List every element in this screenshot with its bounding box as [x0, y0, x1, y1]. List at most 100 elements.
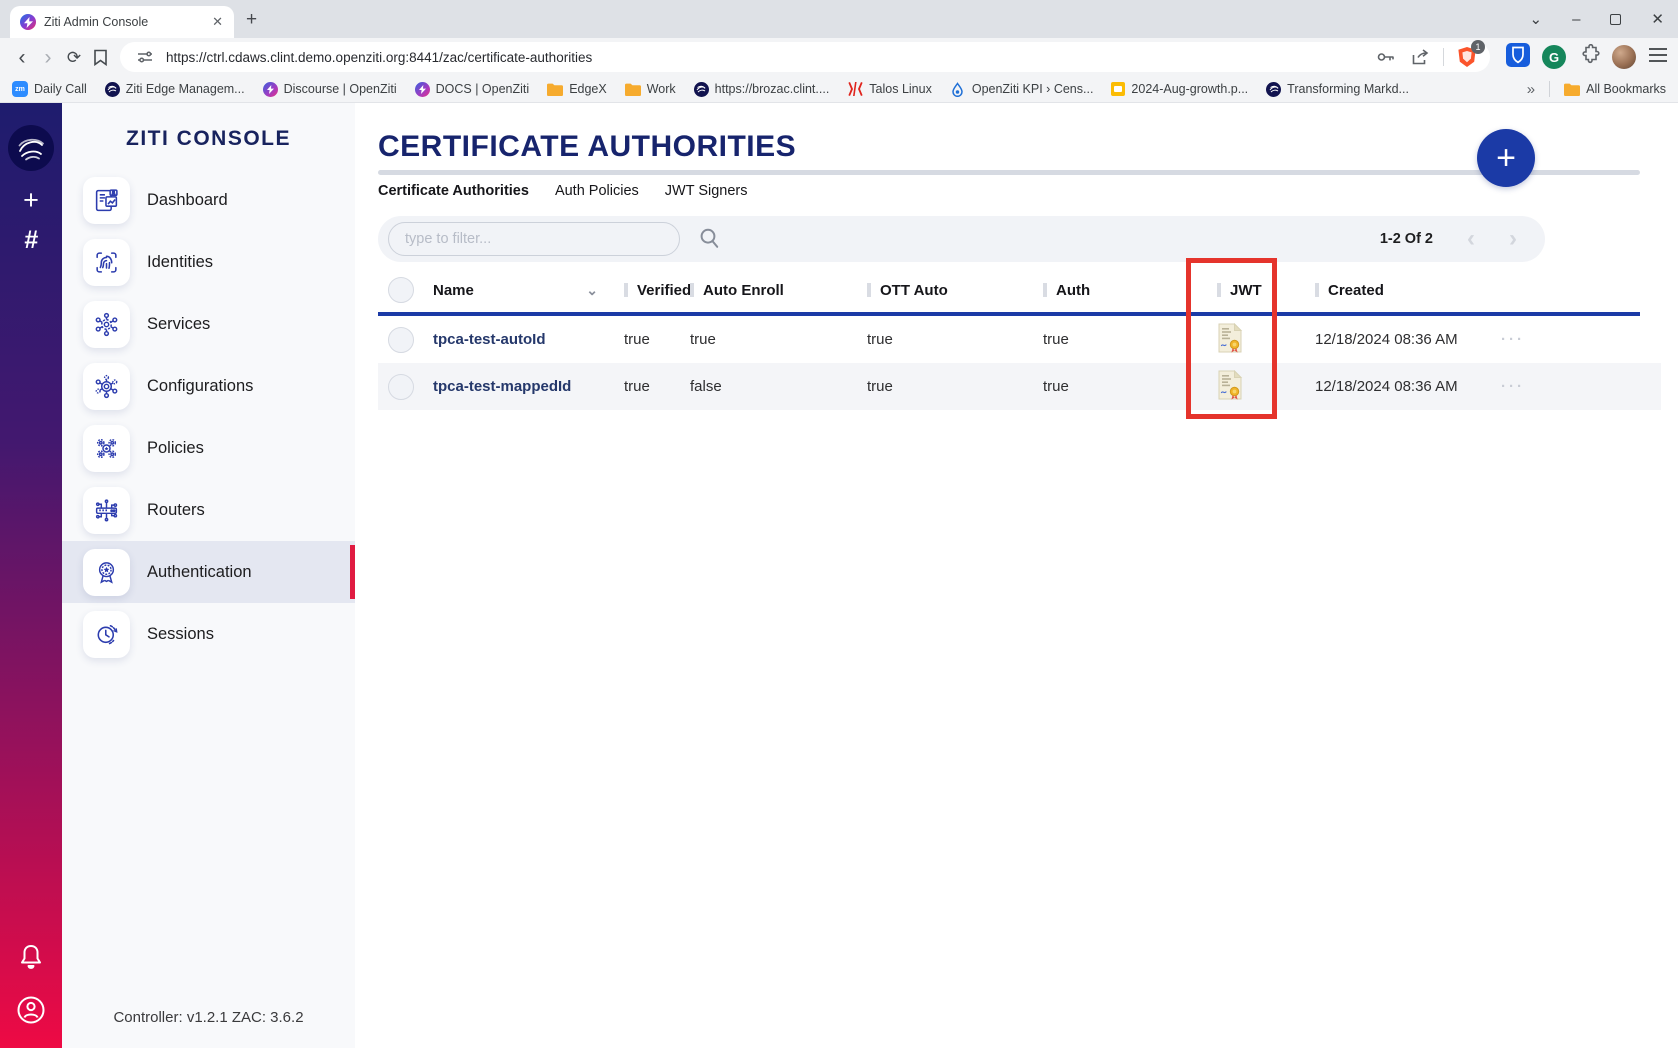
bookmark-brozac[interactable]: https://brozac.clint....: [694, 82, 830, 97]
sidebar-item-authentication[interactable]: Authentication: [62, 541, 355, 603]
all-bookmarks-button[interactable]: All Bookmarks: [1564, 81, 1666, 97]
bookmark-growth-doc[interactable]: 2024-Aug-growth.p...: [1111, 82, 1248, 96]
identities-fingerprint-icon: [83, 239, 130, 286]
pagination: 1-2 Of 2 ‹ ›: [1380, 227, 1517, 251]
divider: [1549, 81, 1550, 97]
created-value: 12/18/2024 08:36 AM: [1305, 378, 1495, 395]
jwt-certificate-icon[interactable]: [1207, 323, 1305, 357]
url-text[interactable]: https://ctrl.cdaws.clint.demo.openziti.o…: [166, 50, 1365, 65]
filter-input[interactable]: [388, 222, 680, 256]
profile-avatar[interactable]: [1612, 45, 1636, 69]
bookmark-talos-linux[interactable]: Talos Linux: [847, 81, 932, 97]
back-icon[interactable]: ‹: [10, 43, 34, 71]
sidebar-item-label: Dashboard: [147, 191, 228, 210]
tab-search-chevron-icon[interactable]: ⌄: [1530, 12, 1543, 27]
table-row[interactable]: tpca-test-mappedId true false true true: [378, 363, 1661, 410]
bitwarden-extension-icon[interactable]: [1506, 43, 1530, 72]
column-separator: [690, 283, 694, 297]
site-info-icon[interactable]: [132, 44, 158, 70]
routers-icon: [83, 487, 130, 534]
brave-shield-icon[interactable]: 1: [1454, 44, 1480, 70]
tab-close-icon[interactable]: ✕: [209, 14, 226, 30]
ott-auto-value: true: [857, 331, 1033, 348]
jwt-certificate-icon[interactable]: [1207, 370, 1305, 404]
account-icon[interactable]: [16, 995, 46, 1030]
rail-hash-icon[interactable]: #: [24, 228, 38, 253]
column-auth[interactable]: Auth: [1033, 282, 1207, 299]
ziti-favicon-icon: [20, 14, 36, 30]
sidebar-item-configurations[interactable]: Configurations: [62, 355, 355, 417]
extensions-puzzle-icon[interactable]: [1578, 44, 1600, 71]
browser-tab[interactable]: Ziti Admin Console ✕: [10, 6, 234, 38]
row-actions-menu-icon[interactable]: ···: [1495, 331, 1661, 348]
share-icon[interactable]: [1407, 44, 1433, 70]
column-ott-auto[interactable]: OTT Auto: [857, 282, 1033, 299]
add-certificate-authority-button[interactable]: +: [1477, 129, 1535, 187]
bookmark-discourse-openziti[interactable]: Discourse | OpenZiti: [263, 82, 397, 97]
close-window-icon[interactable]: ✕: [1651, 12, 1664, 27]
column-name[interactable]: Name ⌄: [424, 282, 614, 299]
row-actions-menu-icon[interactable]: ···: [1495, 378, 1661, 395]
ziti-logo-icon[interactable]: [8, 125, 54, 171]
bookmark-work[interactable]: Work: [625, 81, 676, 97]
zoom-icon: zm: [12, 81, 28, 97]
browser-menu-icon[interactable]: [1648, 47, 1668, 68]
pagination-next-icon[interactable]: ›: [1509, 227, 1517, 251]
sidebar-item-identities[interactable]: Identities: [62, 231, 355, 293]
tab-auth-policies[interactable]: Auth Policies: [555, 183, 639, 199]
reload-icon[interactable]: ⟳: [62, 43, 86, 71]
sort-chevron-icon[interactable]: ⌄: [586, 282, 598, 299]
ziti-globe-icon: [105, 82, 120, 97]
column-auto-enroll[interactable]: Auto Enroll: [680, 282, 857, 299]
password-key-icon[interactable]: [1373, 44, 1399, 70]
divider: [1443, 48, 1444, 66]
policies-gears-icon: [83, 425, 130, 472]
address-bar[interactable]: https://ctrl.cdaws.clint.demo.openziti.o…: [120, 42, 1490, 72]
column-separator: [867, 283, 871, 297]
bookmark-openziti-kpi[interactable]: OpenZiti KPI › Cens...: [950, 81, 1094, 97]
pagination-prev-icon[interactable]: ‹: [1467, 227, 1475, 251]
sidebar-item-sessions[interactable]: Sessions: [62, 603, 355, 665]
sidebar-item-dashboard[interactable]: Dashboard: [62, 169, 355, 231]
sidebar-item-policies[interactable]: Policies: [62, 417, 355, 479]
select-all-checkbox[interactable]: [378, 277, 424, 303]
new-tab-button[interactable]: +: [246, 10, 257, 29]
grammarly-extension-icon[interactable]: G: [1542, 45, 1566, 69]
folder-icon: [625, 81, 641, 97]
ca-name[interactable]: tpca-test-autoId: [424, 331, 614, 348]
bookmark-ziti-edge[interactable]: Ziti Edge Managem...: [105, 82, 245, 97]
sidebar-menu: Dashboard Identities: [62, 169, 355, 665]
auth-value: true: [1033, 331, 1207, 348]
tab-certificate-authorities[interactable]: Certificate Authorities: [378, 183, 529, 199]
bookmarks-overflow-icon[interactable]: »: [1527, 81, 1535, 98]
column-separator: [1217, 283, 1221, 297]
browser-window: Ziti Admin Console ✕ + ⌄ – ✕ ‹ › ⟳ https…: [0, 0, 1678, 1048]
row-checkbox[interactable]: [378, 374, 424, 400]
bookmark-docs-openziti[interactable]: DOCS | OpenZiti: [415, 82, 530, 97]
table-row[interactable]: tpca-test-autoId true true true true: [378, 316, 1661, 363]
ca-name[interactable]: tpca-test-mappedId: [424, 378, 614, 395]
bookmark-transforming-markd[interactable]: Transforming Markd...: [1266, 82, 1409, 97]
forward-icon[interactable]: ›: [36, 43, 60, 71]
auth-value: true: [1033, 378, 1207, 395]
column-verified[interactable]: Verified: [614, 282, 680, 299]
bookmark-edgex[interactable]: EdgeX: [547, 81, 607, 97]
search-icon[interactable]: [698, 227, 722, 251]
row-checkbox[interactable]: [378, 327, 424, 353]
column-created[interactable]: Created: [1305, 282, 1495, 299]
auto-enroll-value: false: [680, 378, 857, 395]
minimize-icon[interactable]: –: [1572, 12, 1580, 27]
tab-jwt-signers[interactable]: JWT Signers: [665, 183, 748, 199]
column-separator: [1043, 283, 1047, 297]
notifications-bell-icon[interactable]: [18, 943, 44, 975]
rail-add-icon[interactable]: +: [23, 187, 39, 214]
sidebar-item-services[interactable]: Services: [62, 293, 355, 355]
column-separator: [624, 283, 628, 297]
column-jwt[interactable]: JWT: [1207, 282, 1305, 299]
maximize-icon[interactable]: [1610, 14, 1621, 25]
sidebar-title: ZITI CONSOLE: [62, 127, 355, 151]
sidebar-item-routers[interactable]: Routers: [62, 479, 355, 541]
bookmark-daily-call[interactable]: zm Daily Call: [12, 81, 87, 97]
bookmark-icon[interactable]: [88, 43, 112, 71]
left-rail: + #: [0, 103, 62, 1048]
